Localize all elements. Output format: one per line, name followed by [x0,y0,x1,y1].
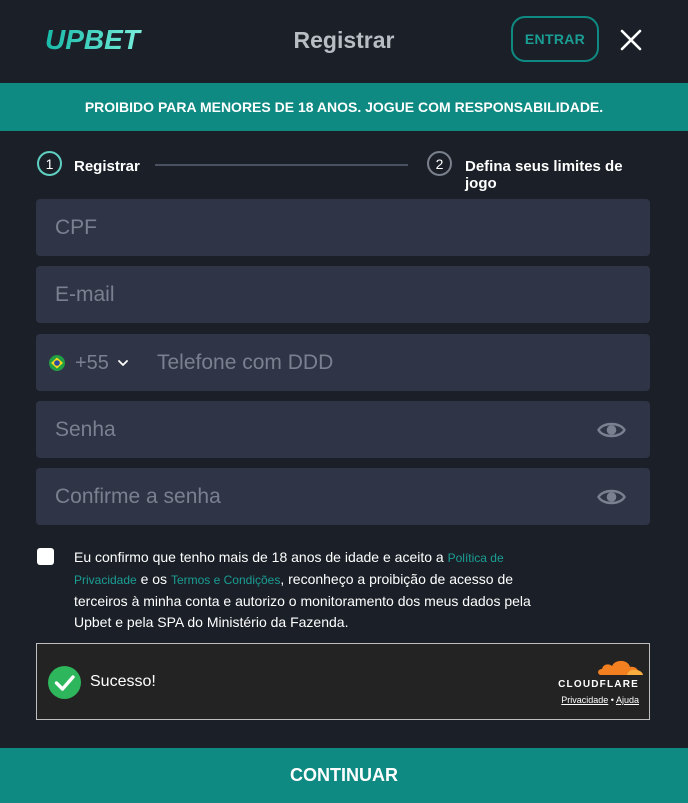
step-2-number: 2 [427,151,452,176]
svg-text:UPBET: UPBET [45,26,143,54]
password-field [36,401,650,458]
chevron-down-icon [118,360,128,366]
terms-text-part-2: e os [136,571,171,587]
cloudflare-help-link[interactable]: Ajuda [616,695,639,705]
cpf-input[interactable] [36,199,650,256]
terms-text: Eu confirmo que tenho mais de 18 anos de… [74,547,544,633]
terms-checkbox[interactable] [37,548,54,565]
cloudflare-brand: CLOUDFLARE [558,679,639,690]
country-code-select[interactable]: +55 [49,350,129,376]
email-input[interactable] [36,266,650,323]
brazil-flag-icon [49,355,65,371]
upbet-logo[interactable]: UPBET [45,26,171,54]
country-code: +55 [75,351,109,374]
password-input[interactable] [36,401,650,458]
cloudflare-captcha: Sucesso! CLOUDFLARE Privacidade • Ajuda [36,643,650,720]
step-divider [155,164,408,166]
step-indicator: 1 Registrar 2 Defina seus limites de jog… [36,150,650,192]
step-1-label: Registrar [74,158,140,175]
link-separator: • [610,695,614,705]
age-warning-banner: PROIBIDO PARA MENORES DE 18 ANOS. JOGUE … [0,83,688,131]
banner-text: PROIBIDO PARA MENORES DE 18 ANOS. JOGUE … [84,99,604,115]
confirm-password-input[interactable] [36,468,650,525]
close-icon[interactable] [618,27,644,53]
show-confirm-password-eye-icon[interactable] [597,487,626,507]
login-button[interactable]: ENTRAR [511,16,599,62]
step-2-label: Defina seus limites de jogo [465,158,623,192]
cloudflare-links: Privacidade • Ajuda [561,695,639,705]
email-field [36,266,650,323]
cloudflare-privacy-link[interactable]: Privacidade [561,695,608,705]
phone-field: +55 [36,334,650,391]
show-password-eye-icon[interactable] [597,420,626,440]
cloudflare-logo-icon [598,660,643,675]
captcha-status: Sucesso! [90,673,156,690]
cpf-field [36,199,650,256]
header: UPBET Registrar ENTRAR [0,0,688,82]
step-1-number: 1 [37,151,62,176]
terms-text-part-1: Eu confirmo que tenho mais de 18 anos de… [74,549,448,565]
terms-conditions-link[interactable]: Termos e Condições [171,573,280,587]
success-check-icon [48,666,81,699]
confirm-password-field [36,468,650,525]
continue-button[interactable]: CONTINUAR [0,748,688,803]
